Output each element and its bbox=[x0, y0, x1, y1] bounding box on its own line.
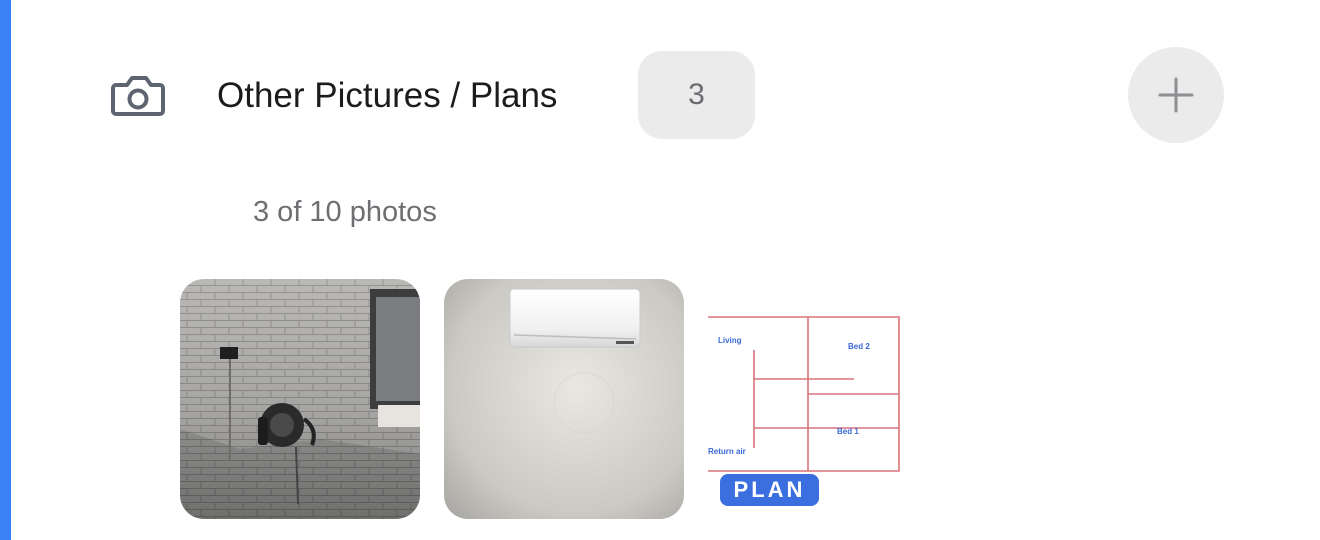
plan-badge: PLAN bbox=[720, 474, 819, 506]
photo-thumbnail-air-conditioner[interactable] bbox=[444, 279, 684, 519]
plan-label-bed-1: Bed 1 bbox=[837, 427, 859, 436]
section-title: Other Pictures / Plans bbox=[217, 76, 558, 115]
add-photo-button[interactable] bbox=[1128, 47, 1224, 143]
plan-label-living: Living bbox=[718, 336, 742, 345]
plus-icon bbox=[1158, 77, 1194, 113]
photo-summary: 3 of 10 photos bbox=[253, 196, 437, 228]
photo-thumbnail-brick-wall[interactable] bbox=[180, 279, 420, 519]
plan-label-bed-2: Bed 2 bbox=[848, 342, 870, 351]
plan-label-return-air: Return air bbox=[708, 447, 746, 456]
accent-bar bbox=[0, 0, 11, 540]
photo-count-badge: 3 bbox=[638, 51, 755, 139]
camera-icon bbox=[110, 72, 166, 118]
photo-thumbnail-floor-plan[interactable]: Living Bed 2 Bed 1 Return air bbox=[708, 308, 904, 476]
